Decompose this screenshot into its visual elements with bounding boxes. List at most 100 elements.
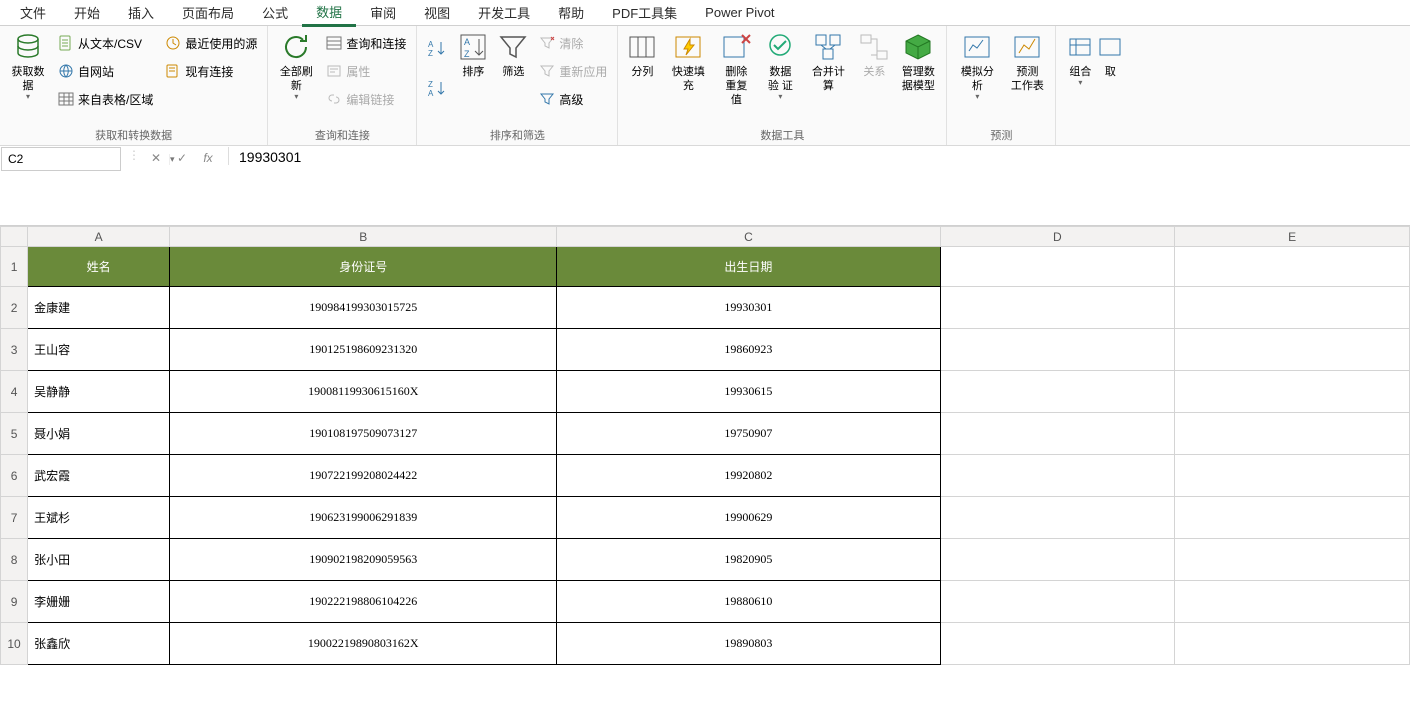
flash-fill-button[interactable]: 快速填充 <box>662 29 714 124</box>
refresh-all-button[interactable]: 全部刷新 ▾ <box>272 29 320 124</box>
sort-dialog-button[interactable]: AZ 排序 <box>453 29 493 124</box>
cell[interactable] <box>1175 287 1410 329</box>
edit-links-button[interactable]: 编辑链接 <box>322 86 410 112</box>
data-cell[interactable]: 19930301 <box>557 287 940 329</box>
row-header[interactable]: 6 <box>1 455 28 497</box>
tab-开发工具[interactable]: 开发工具 <box>464 0 544 25</box>
data-cell[interactable]: 19920802 <box>557 455 940 497</box>
what-if-button[interactable]: 模拟分析 ▾ <box>951 29 1003 124</box>
cell[interactable] <box>940 581 1175 623</box>
data-cell[interactable]: 王斌杉 <box>28 497 170 539</box>
column-header-A[interactable]: A <box>28 227 170 247</box>
data-cell[interactable]: 张小田 <box>28 539 170 581</box>
cell[interactable] <box>940 455 1175 497</box>
tab-公式[interactable]: 公式 <box>248 0 302 25</box>
from-table-range-button[interactable]: 来自表格/区域 <box>54 86 157 112</box>
cell[interactable] <box>940 413 1175 455</box>
spreadsheet-grid[interactable]: ABCDE1姓名身份证号出生日期2金康建19098419930301572519… <box>0 226 1410 665</box>
formula-input[interactable] <box>231 146 1410 225</box>
data-cell[interactable]: 19002219890803162X <box>170 623 557 665</box>
tab-帮助[interactable]: 帮助 <box>544 0 598 25</box>
cell[interactable] <box>1175 623 1410 665</box>
select-all-corner[interactable] <box>1 227 28 247</box>
cell[interactable] <box>940 287 1175 329</box>
data-cell[interactable]: 19890803 <box>557 623 940 665</box>
manage-data-model-button[interactable]: 管理数 据模型 <box>894 29 942 124</box>
data-cell[interactable]: 190984199303015725 <box>170 287 557 329</box>
tab-PDF工具集[interactable]: PDF工具集 <box>598 0 691 25</box>
tab-页面布局[interactable]: 页面布局 <box>168 0 248 25</box>
data-cell[interactable]: 190108197509073127 <box>170 413 557 455</box>
cancel-edit-button[interactable]: ✕ <box>146 148 166 168</box>
data-cell[interactable]: 19930615 <box>557 371 940 413</box>
cell[interactable] <box>1175 539 1410 581</box>
row-header[interactable]: 8 <box>1 539 28 581</box>
data-cell[interactable]: 19880610 <box>557 581 940 623</box>
tab-文件[interactable]: 文件 <box>6 0 60 25</box>
row-header[interactable]: 3 <box>1 329 28 371</box>
reapply-button[interactable]: 重新应用 <box>535 58 611 84</box>
get-data-button[interactable]: 获取数 据 ▾ <box>4 29 52 124</box>
tab-开始[interactable]: 开始 <box>60 0 114 25</box>
cell[interactable] <box>1175 581 1410 623</box>
row-header[interactable]: 9 <box>1 581 28 623</box>
data-cell[interactable]: 19820905 <box>557 539 940 581</box>
row-header[interactable]: 1 <box>1 247 28 287</box>
data-cell[interactable]: 19750907 <box>557 413 940 455</box>
data-cell[interactable]: 吴静静 <box>28 371 170 413</box>
column-header-E[interactable]: E <box>1175 227 1410 247</box>
row-header[interactable]: 4 <box>1 371 28 413</box>
data-cell[interactable]: 190722199208024422 <box>170 455 557 497</box>
properties-button[interactable]: 属性 <box>322 58 410 84</box>
data-cell[interactable]: 聂小娟 <box>28 413 170 455</box>
data-cell[interactable]: 李姗姗 <box>28 581 170 623</box>
sort-asc-button[interactable]: AZ <box>423 30 451 68</box>
recent-sources-button[interactable]: 最近使用的源 <box>161 30 261 56</box>
data-cell[interactable]: 190902198209059563 <box>170 539 557 581</box>
tab-审阅[interactable]: 审阅 <box>356 0 410 25</box>
cell[interactable] <box>940 247 1175 287</box>
data-cell[interactable]: 190222198806104226 <box>170 581 557 623</box>
data-cell[interactable]: 张鑫欣 <box>28 623 170 665</box>
ungroup-button[interactable]: 取 <box>1100 29 1120 124</box>
relationships-button[interactable]: 关系 <box>854 29 894 124</box>
data-cell[interactable]: 19860923 <box>557 329 940 371</box>
cell[interactable] <box>1175 497 1410 539</box>
data-cell[interactable]: 金康建 <box>28 287 170 329</box>
remove-duplicates-button[interactable]: 删除 重复值 <box>714 29 758 124</box>
cell[interactable] <box>940 329 1175 371</box>
table-header-cell[interactable]: 姓名 <box>28 247 170 287</box>
cell[interactable] <box>940 497 1175 539</box>
consolidate-button[interactable]: 合并计算 <box>802 29 854 124</box>
cell[interactable] <box>1175 247 1410 287</box>
cell[interactable] <box>940 623 1175 665</box>
from-web-button[interactable]: 自网站 <box>54 58 157 84</box>
forecast-sheet-button[interactable]: 预测 工作表 <box>1003 29 1051 124</box>
tab-视图[interactable]: 视图 <box>410 0 464 25</box>
data-cell[interactable]: 190125198609231320 <box>170 329 557 371</box>
cell[interactable] <box>1175 455 1410 497</box>
row-header[interactable]: 10 <box>1 623 28 665</box>
queries-connections-button[interactable]: 查询和连接 <box>322 30 410 56</box>
data-cell[interactable]: 武宏霞 <box>28 455 170 497</box>
advanced-filter-button[interactable]: 高级 <box>535 86 611 112</box>
row-header[interactable]: 2 <box>1 287 28 329</box>
column-header-D[interactable]: D <box>940 227 1175 247</box>
confirm-edit-button[interactable]: ✓ <box>172 148 192 168</box>
table-header-cell[interactable]: 身份证号 <box>170 247 557 287</box>
sort-desc-button[interactable]: ZA <box>423 70 451 108</box>
insert-function-button[interactable]: fx <box>198 148 218 168</box>
data-validation-button[interactable]: 数据验 证 ▾ <box>758 29 802 124</box>
text-to-columns-button[interactable]: 分列 <box>622 29 662 124</box>
row-header[interactable]: 7 <box>1 497 28 539</box>
data-cell[interactable]: 19900629 <box>557 497 940 539</box>
data-cell[interactable]: 王山容 <box>28 329 170 371</box>
cell[interactable] <box>1175 413 1410 455</box>
cell[interactable] <box>940 539 1175 581</box>
data-cell[interactable]: 190623199006291839 <box>170 497 557 539</box>
tab-插入[interactable]: 插入 <box>114 0 168 25</box>
cell[interactable] <box>940 371 1175 413</box>
column-header-C[interactable]: C <box>557 227 940 247</box>
from-text-csv-button[interactable]: 从文本/CSV <box>54 30 157 56</box>
table-header-cell[interactable]: 出生日期 <box>557 247 940 287</box>
